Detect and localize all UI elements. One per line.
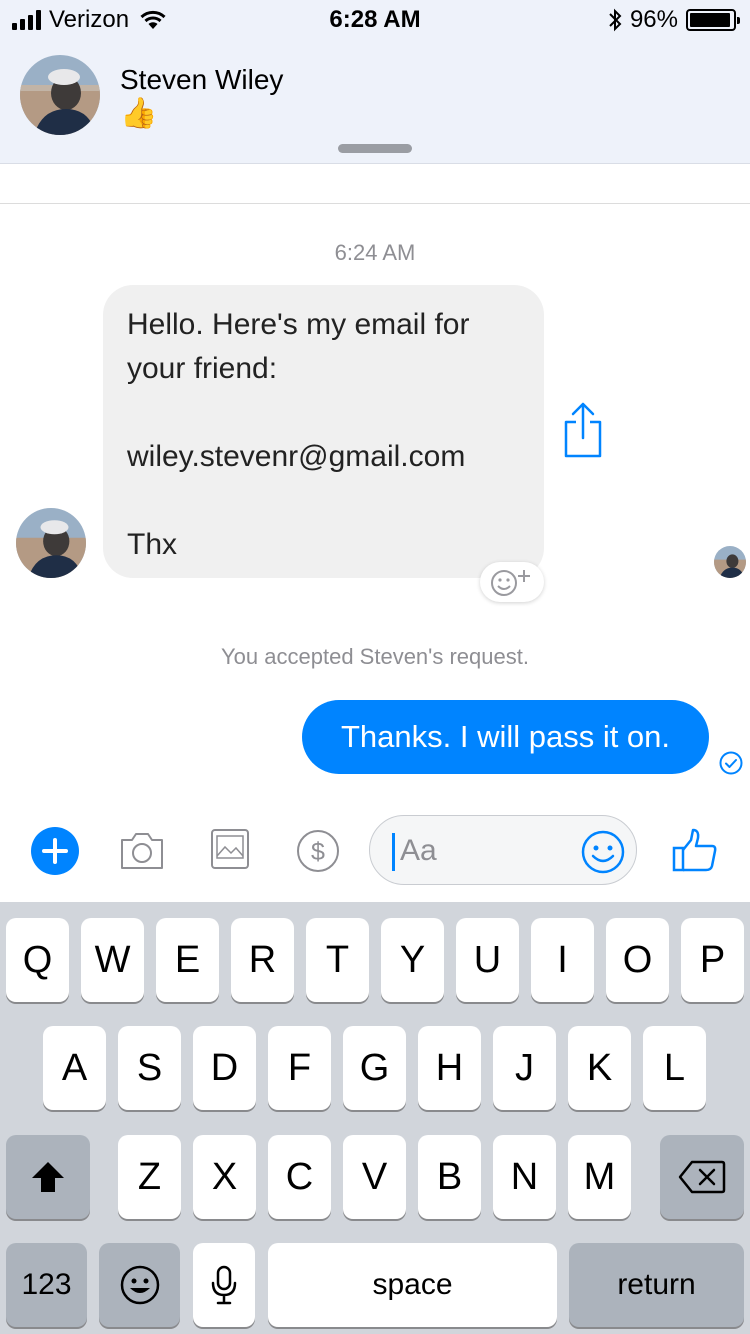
text-caret [392,833,395,871]
key-f[interactable]: F [268,1026,331,1110]
gallery-button[interactable] [210,828,250,875]
delete-key[interactable] [660,1135,744,1219]
shift-arrow-icon [32,1162,64,1192]
key-t[interactable]: T [306,918,369,1002]
key-l[interactable]: L [643,1026,706,1110]
key-x[interactable]: X [193,1135,256,1219]
key-h[interactable]: H [418,1026,481,1110]
backspace-icon [678,1160,726,1194]
share-icon[interactable] [562,402,604,458]
keyboard: QWERTYUIOP ASDFGHJKL ZXCVBNM 123 space r… [0,902,750,1334]
message-input-placeholder: Aa [400,834,437,867]
image-icon [211,829,249,869]
key-j[interactable]: J [493,1026,556,1110]
incoming-message-bubble[interactable]: Hello. Here's my email for your friend: … [103,285,544,578]
status-bar: Verizon 6:28 AM 96% [0,0,750,40]
key-u[interactable]: U [456,918,519,1002]
key-r[interactable]: R [231,918,294,1002]
contact-status-emoji: 👍 [120,97,158,130]
key-n[interactable]: N [493,1135,556,1219]
key-y[interactable]: Y [381,918,444,1002]
read-receipt-avatar [714,546,746,578]
battery-fill [690,13,731,27]
shift-key[interactable] [6,1135,90,1219]
sender-avatar[interactable] [16,508,86,578]
divider [0,203,750,204]
thumbs-up-icon [672,828,717,872]
numbers-key[interactable]: 123 [6,1243,87,1327]
key-z[interactable]: Z [118,1135,181,1219]
key-p[interactable]: P [681,918,744,1002]
key-m[interactable]: M [568,1135,631,1219]
conversation-header[interactable]: Steven Wiley 👍 [0,40,750,164]
dollar-icon: $ [297,830,339,872]
battery-icon [686,9,740,31]
drag-handle[interactable] [338,144,412,153]
message-timestamp: 6:24 AM [334,240,416,265]
contact-name: Steven Wiley [120,64,284,95]
camera-icon [121,833,163,869]
key-g[interactable]: G [343,1026,406,1110]
add-reaction-button[interactable] [480,562,544,602]
key-q[interactable]: Q [6,918,69,1002]
svg-text:$: $ [311,838,325,866]
key-v[interactable]: V [343,1135,406,1219]
camera-button[interactable] [118,828,166,877]
battery-percent: 96% [629,6,678,33]
plus-button[interactable] [31,827,79,875]
smiley-icon [581,830,625,874]
return-key[interactable]: return [569,1243,744,1327]
message-input[interactable]: Aa [369,815,637,885]
payment-button[interactable]: $ [296,829,340,878]
emoji-keyboard-key[interactable] [99,1243,180,1327]
key-c[interactable]: C [268,1135,331,1219]
sent-check-icon [719,751,743,775]
add-reaction-icon [491,570,530,596]
key-w[interactable]: W [81,918,144,1002]
emoji-key-icon [120,1265,159,1305]
microphone-icon [211,1265,237,1305]
incoming-message-text: Hello. Here's my email for your friend: … [127,308,470,561]
key-o[interactable]: O [606,918,669,1002]
system-note: You accepted Steven's request. [221,644,529,669]
key-i[interactable]: I [531,918,594,1002]
key-k[interactable]: K [568,1026,631,1110]
key-d[interactable]: D [193,1026,256,1110]
bluetooth-icon [609,8,622,32]
avatar-photo [20,55,100,135]
outgoing-message-bubble[interactable]: Thanks. I will pass it on. [302,700,709,774]
avatar-photo [16,508,86,578]
outgoing-message-text: Thanks. I will pass it on. [340,719,671,754]
space-key[interactable]: space [268,1243,557,1327]
emoji-button[interactable] [580,829,626,875]
status-right: 96% [608,6,740,34]
contact-avatar[interactable] [20,55,100,135]
dictation-key[interactable] [193,1243,255,1327]
composer-bar: $ Aa [0,800,750,902]
like-button[interactable] [672,828,718,874]
plus-icon [42,838,68,864]
key-s[interactable]: S [118,1026,181,1110]
key-b[interactable]: B [418,1135,481,1219]
key-e[interactable]: E [156,918,219,1002]
key-a[interactable]: A [43,1026,106,1110]
